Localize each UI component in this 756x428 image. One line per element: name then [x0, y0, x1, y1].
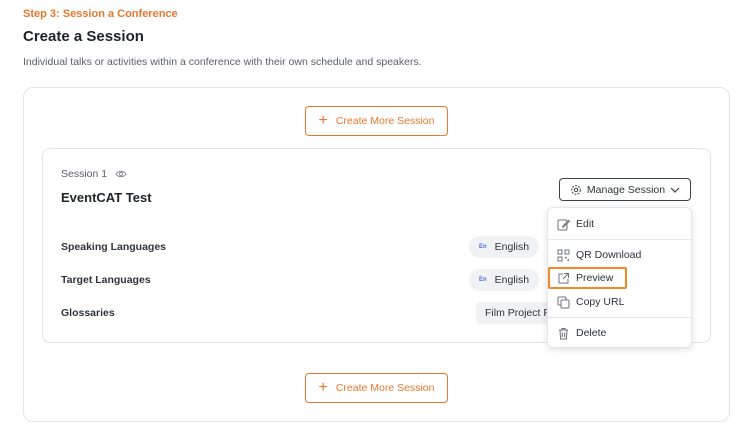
- menu-item-edit[interactable]: Edit: [548, 213, 691, 235]
- menu-item-copy-url[interactable]: Copy URL: [548, 291, 691, 313]
- speaking-languages-label: Speaking Languages: [61, 241, 167, 253]
- edit-icon: [557, 218, 570, 231]
- session-number: Session 1: [61, 168, 127, 180]
- manage-session-menu: Edit QR Download Preview Copy URL Delete: [547, 207, 692, 348]
- create-more-session-button-top[interactable]: + Create More Session: [305, 106, 448, 136]
- speaking-language-value: English: [494, 241, 530, 253]
- copy-icon: [557, 296, 570, 309]
- manage-session-label: Manage Session: [586, 183, 666, 196]
- menu-item-qr-download[interactable]: QR Download: [548, 244, 691, 266]
- page-title: Create a Session: [23, 28, 144, 45]
- manage-session-button[interactable]: Manage Session: [559, 178, 691, 201]
- create-more-session-label: Create More Session: [335, 382, 435, 394]
- menu-divider: [548, 317, 691, 318]
- create-more-session-label: Create More Session: [335, 115, 435, 127]
- page-description: Individual talks or activities within a …: [23, 56, 422, 68]
- glossary-value: Film Project F: [485, 307, 550, 319]
- target-language-value: English: [494, 274, 530, 286]
- menu-item-preview[interactable]: Preview: [548, 267, 627, 289]
- step-label: Step 3: Session a Conference: [23, 8, 178, 20]
- plus-icon: +: [318, 112, 328, 129]
- session-number-label: Session 1: [61, 168, 108, 180]
- menu-item-label: Copy URL: [576, 296, 625, 308]
- eye-icon[interactable]: [115, 169, 127, 179]
- language-code: En: [479, 244, 487, 250]
- gear-icon: [570, 184, 582, 196]
- menu-item-label: Edit: [576, 218, 595, 230]
- session-name: EventCAT Test: [61, 190, 152, 205]
- menu-divider: [548, 239, 691, 240]
- menu-item-label: QR Download: [576, 249, 642, 261]
- target-languages-label: Target Languages: [61, 274, 151, 286]
- external-link-icon: [557, 272, 570, 285]
- plus-icon: +: [318, 379, 328, 396]
- chevron-down-icon: [670, 187, 680, 193]
- menu-item-label: Preview: [576, 272, 614, 284]
- create-more-session-button-bottom[interactable]: + Create More Session: [305, 373, 448, 403]
- menu-item-delete[interactable]: Delete: [548, 322, 691, 344]
- target-language-badge: En English: [469, 269, 540, 291]
- glossary-badge: Film Project F: [476, 302, 556, 324]
- glossaries-label: Glossaries: [61, 307, 115, 319]
- qr-code-icon: [557, 249, 570, 262]
- menu-item-label: Delete: [576, 327, 607, 339]
- language-code: En: [479, 277, 487, 283]
- speaking-language-badge: En English: [469, 236, 540, 258]
- trash-icon: [557, 327, 570, 340]
